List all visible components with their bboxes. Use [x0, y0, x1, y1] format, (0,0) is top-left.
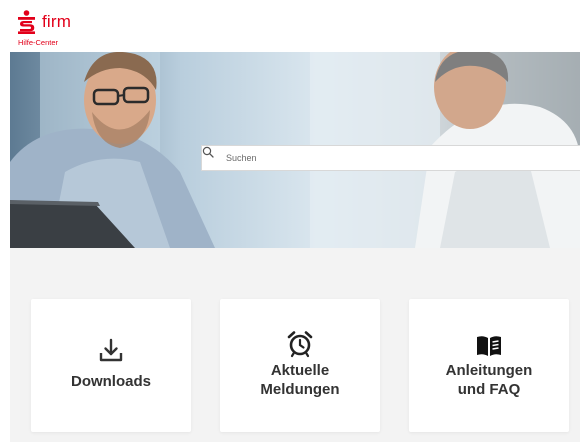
tile-label-line: Meldungen: [260, 381, 340, 398]
tile-aktuelle-meldungen-label: Aktuelle Meldungen: [226, 361, 374, 399]
tile-downloads-label: Downloads: [37, 372, 185, 391]
tile-downloads[interactable]: Downloads: [31, 299, 191, 432]
alarm-clock-icon: [287, 331, 313, 358]
hero-banner: [10, 52, 580, 248]
sparkasse-s-icon: [18, 10, 35, 34]
tile-label-line: und FAQ: [457, 381, 521, 398]
header: firm Hilfe-Center: [10, 0, 580, 52]
page: firm Hilfe-Center Suchen Downloads Aktue…: [0, 0, 580, 442]
search-icon: [202, 146, 214, 158]
search-bar[interactable]: [201, 145, 580, 171]
tile-label-line: Downloads: [70, 373, 151, 390]
tile-anleitungen-faq-label: Anleitungen und FAQ: [415, 361, 563, 399]
tile-label-line: Aktuelle: [270, 362, 330, 379]
brand-name: firm: [42, 12, 72, 31]
tile-anleitungen-faq[interactable]: Anleitungen und FAQ: [409, 299, 569, 432]
download-icon: [99, 338, 123, 362]
left-edge-strip: [0, 0, 10, 442]
tile-aktuelle-meldungen[interactable]: Aktuelle Meldungen: [220, 299, 380, 432]
tile-label-line: Anleitungen: [445, 362, 533, 379]
brand-subtitle: Hilfe-Center: [18, 38, 59, 47]
brand-logo[interactable]: firm Hilfe-Center: [17, 8, 97, 48]
search-input[interactable]: [226, 146, 576, 170]
book-icon: [477, 336, 501, 356]
